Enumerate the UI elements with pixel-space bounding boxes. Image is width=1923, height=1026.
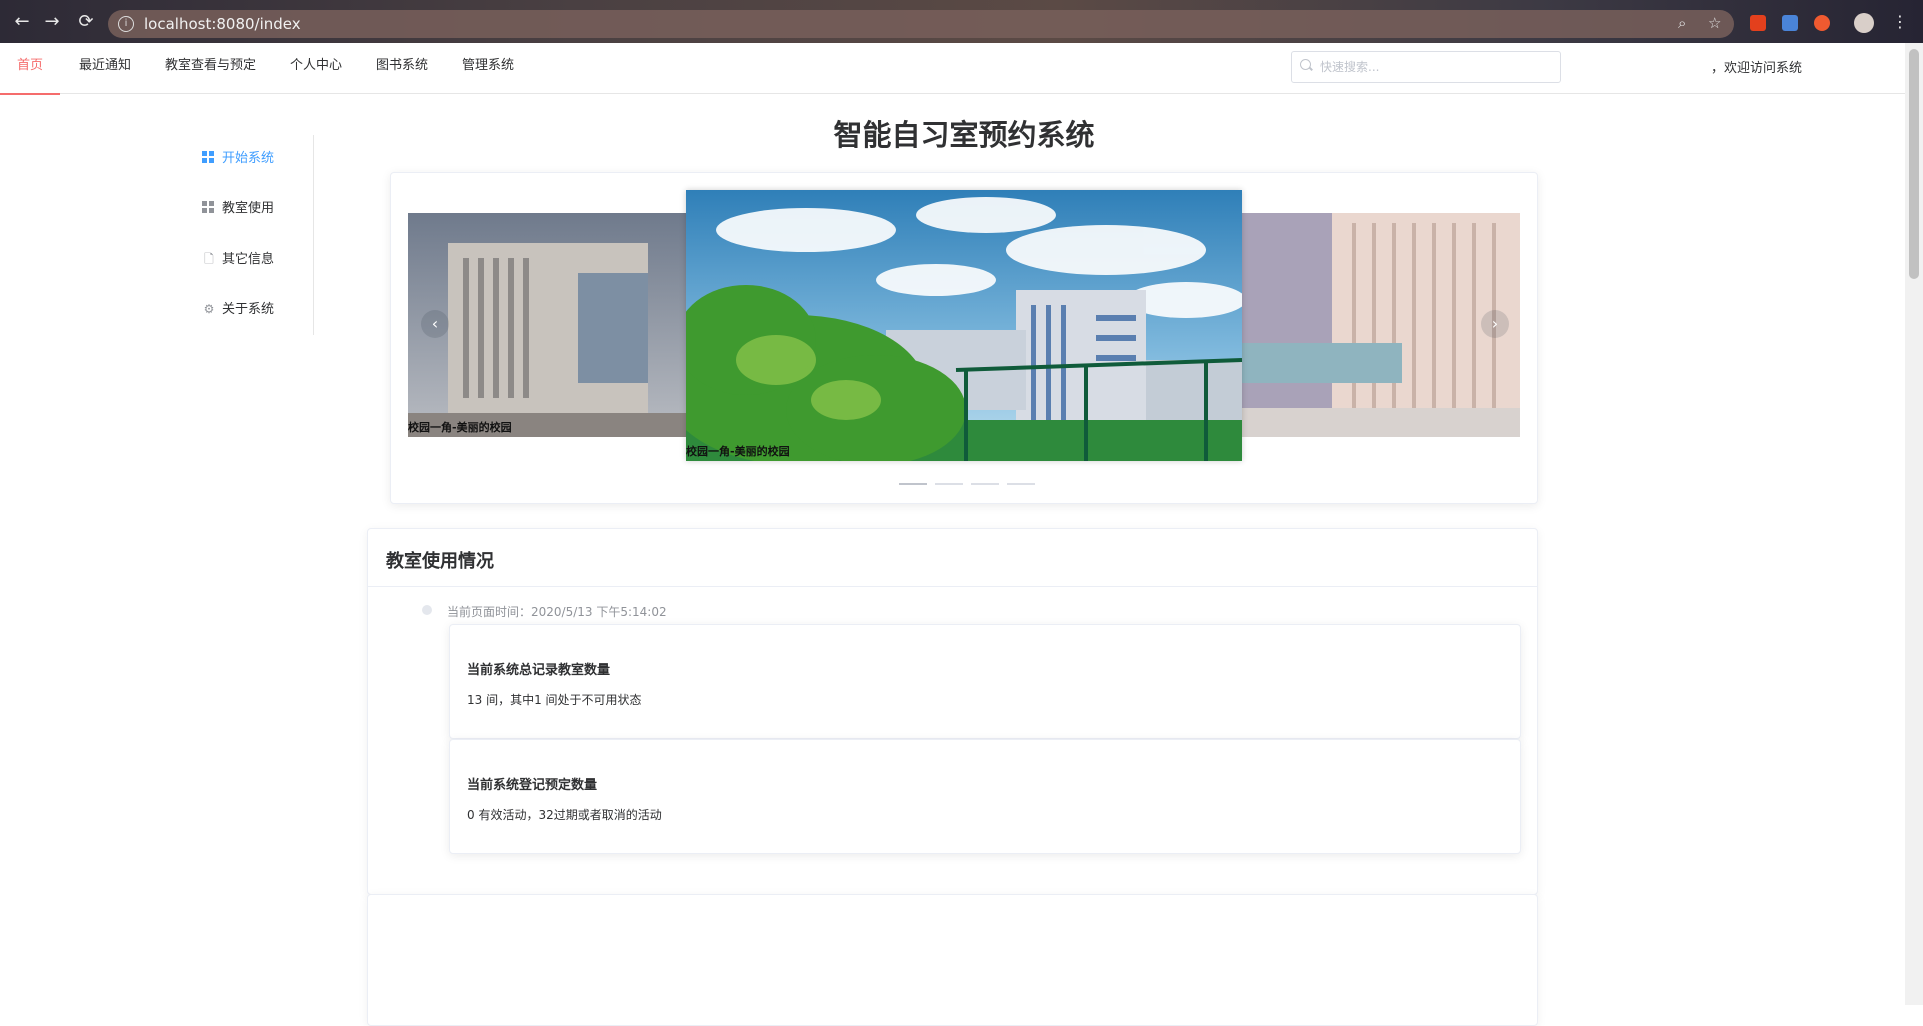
carousel-card: 校园一角-美丽的校园 校园一角-美丽的校园 ‹ ›	[390, 172, 1538, 504]
search-box	[1291, 51, 1561, 83]
slide-caption: 校园一角-美丽的校园	[408, 421, 512, 434]
browser-chrome: ← → ⟳ i localhost:8080/index ⌕ ☆ ⋮	[0, 0, 1923, 43]
info-icon[interactable]: i	[118, 16, 134, 32]
bottom-card	[367, 894, 1538, 1026]
timeline-timestamp: 当前页面时间：2020/5/13 下午5:14:02	[447, 605, 667, 619]
office-icon[interactable]	[1750, 15, 1766, 31]
carousel-slide-left[interactable]: 校园一角-美丽的校园	[408, 213, 686, 437]
stat-card-classrooms: 当前系统总记录教室数量 13 间，其中1 间处于不可用状态	[449, 624, 1521, 739]
tab-personal-center[interactable]: 个人中心	[290, 43, 342, 93]
stat-title: 当前系统登记预定数量	[467, 778, 598, 793]
back-arrow-icon[interactable]: ←	[10, 10, 34, 34]
stat-value: 0 有效活动，32过期或者取消的活动	[467, 808, 662, 822]
stat-title: 当前系统总记录教室数量	[467, 663, 611, 678]
page-scrollbar[interactable]	[1905, 43, 1923, 1005]
translate-icon[interactable]	[1782, 15, 1798, 31]
forward-arrow-icon[interactable]: →	[40, 10, 64, 34]
extension-icon[interactable]	[1814, 15, 1830, 31]
top-nav: 首页 最近通知 教室查看与预定 个人中心 图书系统 管理系统 ，欢迎访问系统	[0, 43, 1905, 95]
tab-notices[interactable]: 最近通知	[79, 43, 131, 93]
campus-bridge-image	[1242, 213, 1520, 437]
reload-icon[interactable]: ⟳	[74, 10, 98, 34]
carousel-slide-right[interactable]	[1242, 213, 1520, 437]
carousel-indicator[interactable]	[1007, 483, 1035, 485]
timeline-dot	[422, 605, 432, 615]
search-icon	[1300, 59, 1311, 70]
menu-dots-icon[interactable]: ⋮	[1892, 12, 1908, 31]
carousel-indicators	[899, 470, 1043, 489]
tab-library[interactable]: 图书系统	[376, 43, 428, 93]
carousel-next-arrow[interactable]: ›	[1481, 310, 1509, 338]
carousel-prev-arrow[interactable]: ‹	[421, 310, 449, 338]
page-title: 智能自习室预约系统	[833, 118, 1095, 152]
carousel-indicator[interactable]	[935, 483, 963, 485]
sidebar-item-classroom-usage[interactable]: 教室使用	[202, 197, 274, 221]
welcome-text: ，欢迎访问系统	[1711, 61, 1803, 76]
tab-home[interactable]: 首页	[0, 43, 61, 95]
usage-card-title: 教室使用情况	[386, 551, 494, 572]
url-text: localhost:8080/index	[144, 15, 301, 33]
address-bar[interactable]: i localhost:8080/index ⌕ ☆	[108, 10, 1734, 38]
document-icon: 🗋	[204, 252, 214, 266]
carousel-indicator[interactable]	[971, 483, 999, 485]
scrollbar-thumb[interactable]	[1909, 49, 1919, 279]
usage-card-header	[368, 529, 1537, 587]
sidebar-item-about[interactable]: ⚙ 关于系统	[202, 297, 274, 321]
grid-icon	[202, 151, 214, 163]
stat-value: 13 间，其中1 间处于不可用状态	[467, 693, 642, 707]
search-input[interactable]	[1318, 56, 1552, 78]
sidebar: 开始系统 教室使用 🗋 其它信息 ⚙ 关于系统	[190, 135, 314, 335]
campus-building-image	[408, 213, 686, 437]
zoom-icon[interactable]: ⌕	[1678, 14, 1686, 32]
classroom-usage-card: 教室使用情况 当前页面时间：2020/5/13 下午5:14:02 当前系统总记…	[367, 528, 1538, 895]
campus-scenery-image	[686, 190, 1242, 461]
sidebar-item-other-info[interactable]: 🗋 其它信息	[202, 247, 274, 271]
carousel-slide-center[interactable]: 校园一角-美丽的校园	[686, 190, 1242, 461]
gear-icon: ⚙	[203, 302, 215, 316]
profile-avatar[interactable]	[1854, 13, 1874, 33]
sidebar-item-start[interactable]: 开始系统	[202, 147, 274, 171]
stat-card-bookings: 当前系统登记预定数量 0 有效活动，32过期或者取消的活动	[449, 739, 1521, 854]
star-icon[interactable]: ☆	[1708, 14, 1721, 32]
grid-icon	[202, 201, 214, 213]
slide-caption-active: 校园一角-美丽的校园	[686, 445, 790, 458]
tab-admin[interactable]: 管理系统	[462, 43, 514, 93]
tab-classroom-booking[interactable]: 教室查看与预定	[165, 43, 256, 93]
carousel-indicator[interactable]	[899, 483, 927, 485]
